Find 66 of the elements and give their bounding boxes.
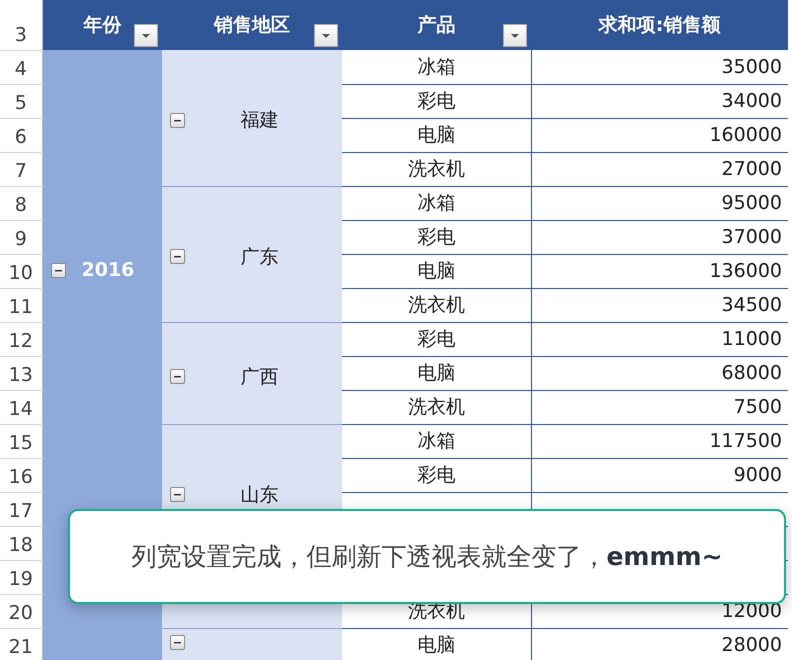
column-header: 销售地区 (214, 12, 290, 38)
region-label: 广东 (240, 246, 278, 268)
product-cell: 电脑 (417, 260, 456, 282)
row-number: 5 (14, 92, 27, 114)
value-cell: 68000 (722, 362, 782, 384)
region-label: 山东 (240, 484, 278, 506)
row-number: 14 (8, 398, 33, 420)
row-number: 21 (8, 636, 33, 658)
product-cell: 冰箱 (417, 192, 456, 214)
row-number: 18 (8, 534, 33, 556)
row-number: 10 (8, 262, 33, 284)
region-label: 广西 (240, 366, 278, 388)
value-cell: 9000 (734, 464, 782, 486)
row-number: 17 (8, 500, 33, 522)
row-number: 7 (14, 160, 27, 182)
row-number: 20 (8, 602, 33, 624)
year-label: 2016 (82, 258, 134, 283)
row-number: 19 (8, 568, 33, 590)
value-cell: 160000 (709, 124, 782, 146)
collapse-icon[interactable] (170, 369, 185, 384)
product-cell: 电脑 (417, 362, 456, 384)
row-number: 12 (8, 330, 33, 352)
filter-dropdown-icon[interactable] (314, 24, 338, 47)
product-cell: 彩电 (417, 464, 456, 486)
product-cell: 洗衣机 (408, 396, 465, 418)
value-cell: 34500 (722, 294, 782, 316)
product-cell: 洗衣机 (408, 294, 465, 316)
value-cell: 28000 (722, 634, 782, 656)
collapse-icon[interactable] (170, 634, 185, 650)
row-number: 9 (14, 228, 27, 250)
value-cell: 117500 (709, 430, 782, 452)
row-number: 16 (8, 466, 33, 488)
value-cell: 35000 (722, 56, 782, 78)
row-number: 6 (14, 126, 27, 148)
collapse-icon[interactable] (170, 487, 185, 502)
product-cell: 彩电 (417, 226, 456, 248)
collapse-icon[interactable] (50, 262, 66, 278)
value-cell: 27000 (722, 158, 782, 180)
value-cell: 7500 (734, 396, 782, 418)
value-cell: 37000 (722, 226, 782, 248)
product-cell: 彩电 (417, 328, 456, 350)
product-cell: 彩电 (417, 90, 456, 112)
collapse-icon[interactable] (170, 249, 185, 264)
row-number: 15 (8, 432, 33, 454)
row-number: 11 (8, 296, 33, 318)
column-header: 年份 (83, 12, 122, 38)
column-header: 求和项:销售额 (598, 12, 720, 38)
value-cell: 11000 (722, 328, 782, 350)
filter-dropdown-icon[interactable] (503, 24, 527, 47)
row-number: 4 (14, 58, 27, 80)
value-cell: 136000 (709, 260, 782, 282)
product-cell: 冰箱 (417, 56, 456, 78)
value-cell: 34000 (722, 90, 782, 112)
product-cell: 冰箱 (417, 430, 456, 452)
value-cell: 95000 (722, 192, 782, 214)
product-cell: 电脑 (417, 634, 456, 656)
tooltip-text: 列宽设置完成，但刷新下透视表就全变了，emmm~ (131, 540, 723, 573)
column-header: 产品 (418, 12, 456, 38)
product-cell: 电脑 (417, 124, 456, 146)
product-cell: 洗衣机 (408, 158, 465, 180)
row-number: 8 (14, 194, 27, 216)
filter-dropdown-icon[interactable] (134, 24, 158, 47)
row-number: 13 (8, 364, 33, 386)
collapse-icon[interactable] (170, 112, 185, 128)
region-label: 福建 (240, 109, 278, 131)
row-number: 3 (14, 24, 27, 46)
